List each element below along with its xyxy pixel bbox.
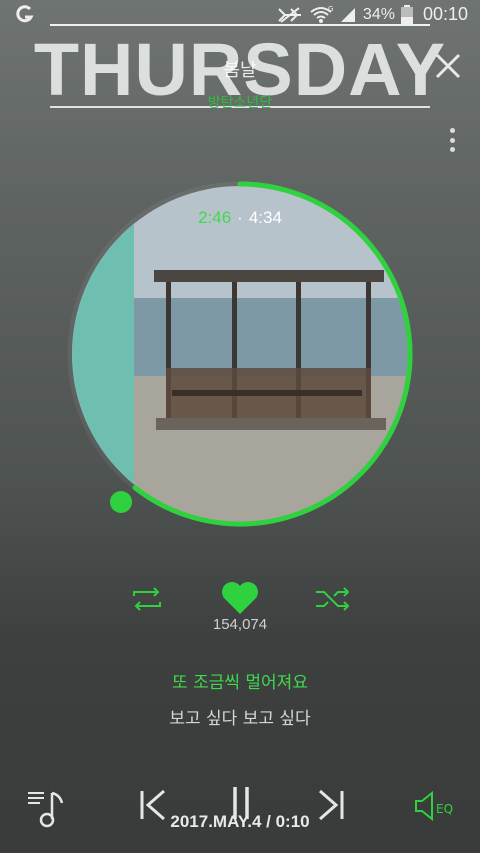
status-icons: G 34% 00:10 — [277, 4, 468, 25]
signal-type-label: G — [328, 6, 333, 13]
total-time: 4:34 — [248, 208, 282, 227]
current-time: 2:46 — [198, 208, 232, 227]
wifi-icon: G — [310, 6, 333, 23]
controls-row — [0, 580, 480, 620]
status-time: 00:10 — [422, 4, 468, 24]
battery-icon — [400, 4, 413, 25]
mute-icon — [278, 6, 301, 23]
signal-icon — [340, 7, 355, 22]
progress-knob[interactable] — [110, 491, 132, 513]
progress-arc — [132, 181, 413, 527]
shuffle-icon[interactable] — [314, 584, 352, 614]
song-artist[interactable]: 방탄소년단 — [0, 92, 480, 112]
date-time-stamp: 2017.MAY.4 / 0:10 — [170, 812, 310, 831]
time-display: 2:46 · 4:34 — [0, 208, 480, 228]
close-icon[interactable] — [432, 50, 464, 82]
repeat-icon[interactable] — [128, 584, 166, 614]
like-count: 154,074 — [212, 616, 268, 633]
heart-icon[interactable] — [220, 580, 260, 616]
lyric-current-line[interactable]: 또 조금씩 멀어져요 — [0, 668, 480, 693]
more-options-button[interactable] — [446, 126, 458, 154]
song-title: 봄날 — [223, 60, 257, 81]
app-logo-icon — [16, 5, 34, 23]
more-vert-icon — [449, 128, 455, 133]
progress-ring[interactable] — [66, 180, 414, 528]
battery-percent: 34% — [362, 5, 395, 23]
lyric-next-line[interactable]: 보고 싶다 보고 싶다 — [0, 704, 480, 729]
time-separator: · — [237, 208, 243, 227]
